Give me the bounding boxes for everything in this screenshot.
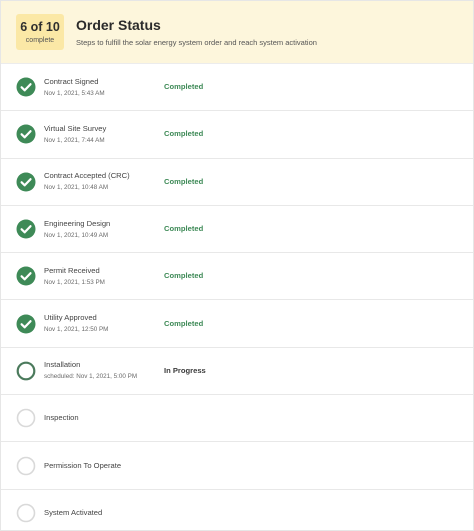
check-circle-icon xyxy=(16,77,36,97)
step-name: Permission To Operate xyxy=(44,460,122,470)
progress-circle-icon xyxy=(16,361,36,381)
step-info: Installation scheduled: Nov 1, 2021, 5:00… xyxy=(44,360,164,381)
steps-list: Contract Signed Nov 1, 2021, 5:43 AM Compl… xyxy=(1,64,473,531)
step-row: Permit Received Nov 1, 2021, 1:53 PM Compl… xyxy=(1,253,473,301)
order-status-panel: 6 of 10 complete Order Status Steps to f… xyxy=(0,0,474,531)
step-status: Completed xyxy=(164,271,204,281)
step-row: Contract Signed Nov 1, 2021, 5:43 AM Compl… xyxy=(1,64,473,112)
progress-count-label: complete xyxy=(25,36,55,44)
step-info: Inspection xyxy=(44,413,164,423)
step-info: Contract Signed Nov 1, 2021, 5:43 AM xyxy=(44,77,164,98)
step-row: Installation scheduled: Nov 1, 2021, 5:00… xyxy=(1,348,473,396)
check-circle-icon xyxy=(16,172,36,192)
step-row: Engineering Design Nov 1, 2021, 10:49 AM C… xyxy=(1,206,473,254)
step-status: Completed xyxy=(164,176,204,186)
step-info: Engineering Design Nov 1, 2021, 10:49 AM xyxy=(44,219,164,240)
step-row: Inspection xyxy=(1,395,473,443)
empty-circle-icon xyxy=(16,456,36,476)
step-row: Utility Approved Nov 1, 2021, 12:50 PM Com… xyxy=(1,300,473,348)
step-row: Virtual Site Survey Nov 1, 2021, 7:44 AM C… xyxy=(1,111,473,159)
step-info: Utility Approved Nov 1, 2021, 12:50 PM xyxy=(44,313,164,334)
step-name: Contract Signed xyxy=(44,76,99,86)
step-date: Nov 1, 2021, 7:44 AM xyxy=(44,136,105,144)
step-info: Permission To Operate xyxy=(44,461,164,471)
page-subtitle: Steps to fulfill the solar energy system… xyxy=(76,37,317,47)
step-status: Completed xyxy=(164,224,204,234)
step-name: Engineering Design xyxy=(44,218,111,228)
step-name: System Activated xyxy=(44,508,103,518)
step-info: System Activated xyxy=(44,508,164,518)
step-info: Virtual Site Survey Nov 1, 2021, 7:44 AM xyxy=(44,124,164,145)
check-circle-icon xyxy=(16,314,36,334)
step-status: Completed xyxy=(164,129,204,139)
step-name: Permit Received xyxy=(44,265,100,275)
step-name: Utility Approved xyxy=(44,313,97,323)
step-name: Installation xyxy=(44,360,81,370)
check-circle-icon xyxy=(16,124,36,144)
step-status: In Progress xyxy=(164,365,206,375)
progress-count-badge: 6 of 10 complete xyxy=(16,14,64,50)
step-row: System Activated xyxy=(1,490,473,531)
check-circle-icon xyxy=(16,219,36,239)
empty-circle-icon xyxy=(16,408,36,428)
step-info: Permit Received Nov 1, 2021, 1:53 PM xyxy=(44,266,164,287)
step-name: Inspection xyxy=(44,413,79,423)
empty-circle-icon xyxy=(16,503,36,523)
step-date: Nov 1, 2021, 10:48 AM xyxy=(44,184,109,192)
step-date: Nov 1, 2021, 1:53 PM xyxy=(44,278,105,286)
step-info: Contract Accepted (CRC) Nov 1, 2021, 10:4… xyxy=(44,171,164,192)
step-status: Completed xyxy=(164,318,204,328)
step-row: Permission To Operate xyxy=(1,442,473,490)
step-date: Nov 1, 2021, 12:50 PM xyxy=(44,326,109,334)
header-text: Order Status Steps to fulfill the solar … xyxy=(76,17,317,48)
step-date: Nov 1, 2021, 10:49 AM xyxy=(44,231,109,239)
step-status: Completed xyxy=(164,82,204,92)
step-date: Nov 1, 2021, 5:43 AM xyxy=(44,89,105,97)
page-title: Order Status xyxy=(76,16,161,33)
progress-count: 6 of 10 xyxy=(20,19,60,34)
step-date: scheduled: Nov 1, 2021, 5:00 PM xyxy=(44,373,138,381)
step-name: Contract Accepted (CRC) xyxy=(44,171,130,181)
step-row: Contract Accepted (CRC) Nov 1, 2021, 10:4… xyxy=(1,159,473,206)
check-circle-icon xyxy=(16,266,36,286)
step-name: Virtual Site Survey xyxy=(44,123,107,133)
order-status-header: 6 of 10 complete Order Status Steps to f… xyxy=(1,1,473,64)
